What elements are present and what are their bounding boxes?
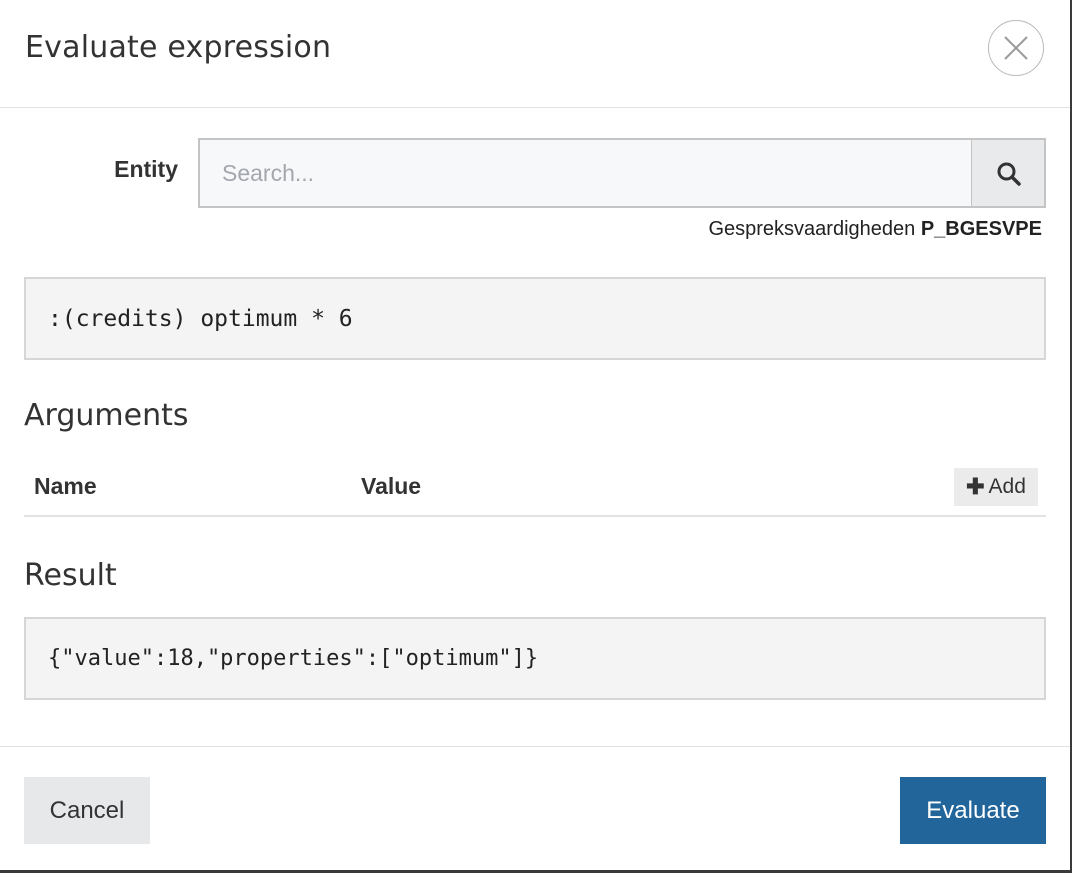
column-header-value: Value (361, 473, 422, 499)
plus-icon: ✚ (966, 474, 985, 499)
entity-search (198, 138, 1046, 208)
expression-editor[interactable]: :(credits) optimum * 6 (24, 277, 1046, 360)
selected-entity: Gespreksvaardigheden P_BGESVPE (708, 218, 1042, 241)
add-argument-label: Add (988, 475, 1026, 498)
entity-label: Entity (114, 156, 178, 182)
dialog-header: Evaluate expression (0, 0, 1070, 108)
arguments-table-header: Name Value ✚ Add (24, 465, 1046, 517)
evaluate-expression-dialog: Evaluate expression Entity Gespreksvaard… (0, 0, 1072, 873)
result-output: {"value":18,"properties":["optimum"]} (24, 617, 1046, 700)
cancel-button[interactable]: Cancel (24, 777, 150, 844)
result-title: Result (24, 558, 117, 593)
selected-entity-code: P_BGESVPE (920, 218, 1042, 240)
search-icon (997, 162, 1021, 186)
arguments-title: Arguments (24, 398, 189, 433)
evaluate-button[interactable]: Evaluate (900, 777, 1046, 844)
column-header-name: Name (34, 473, 97, 499)
dialog-title: Evaluate expression (25, 30, 332, 65)
dialog-footer: Cancel Evaluate (0, 746, 1070, 871)
close-icon (1004, 36, 1028, 60)
search-button[interactable] (971, 140, 1044, 206)
close-button[interactable] (988, 20, 1044, 76)
selected-entity-name: Gespreksvaardigheden (708, 218, 916, 240)
add-argument-button[interactable]: ✚ Add (954, 468, 1038, 506)
entity-search-input[interactable] (200, 140, 971, 206)
